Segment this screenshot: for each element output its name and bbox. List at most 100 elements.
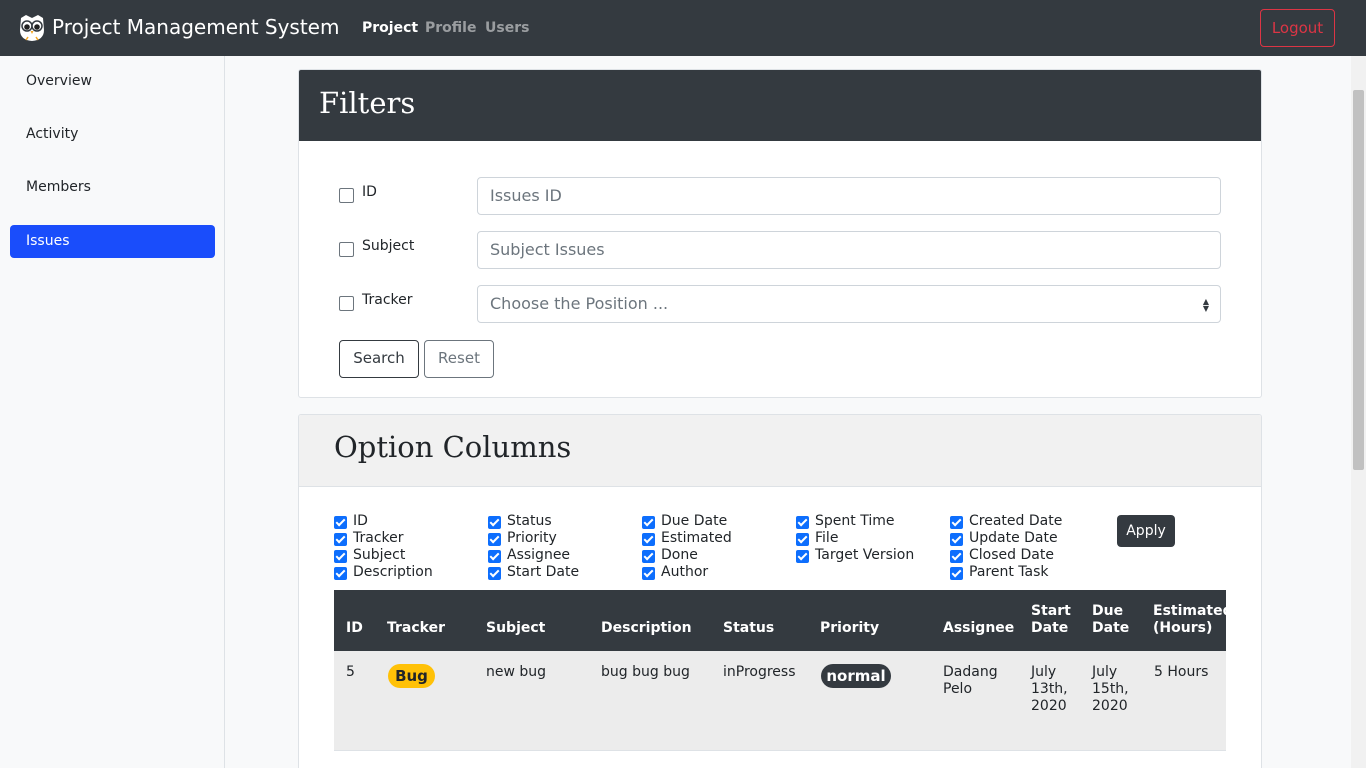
priority-badge: normal: [821, 664, 891, 688]
checkbox-checked-icon[interactable]: [796, 550, 809, 563]
sidebar-item-issues[interactable]: Issues: [10, 225, 215, 258]
checkbox-checked-icon[interactable]: [796, 516, 809, 529]
filter-id-checkbox[interactable]: [339, 188, 354, 203]
option-columns-header: Option Columns: [299, 415, 1261, 487]
tracker-select-value: Choose the Position ...: [490, 294, 669, 313]
checkbox-checked-icon[interactable]: [488, 516, 501, 529]
option-label: Spent Time: [815, 513, 895, 529]
cell-start-1: July: [1031, 664, 1057, 680]
option-label: Update Date: [969, 530, 1058, 546]
nav-project[interactable]: Project: [362, 19, 418, 37]
cell-description: bug bug bug: [601, 664, 690, 680]
filter-row-tracker: Tracker Choose the Position ... ▲ ▼: [339, 285, 1223, 323]
cell-estimated: 5 Hours: [1154, 664, 1209, 680]
th-estimated-1[interactable]: Estimated: [1153, 603, 1226, 620]
issues-table: ID Tracker Subject Description Status Pr…: [334, 590, 1226, 768]
cell-subject[interactable]: new bug: [486, 664, 546, 681]
option-label: Created Date: [969, 513, 1063, 529]
checkbox-checked-icon[interactable]: [950, 533, 963, 546]
checkbox-checked-icon[interactable]: [334, 550, 347, 563]
option-columns-title: Option Columns: [334, 430, 572, 464]
th-priority[interactable]: Priority: [820, 620, 879, 637]
option-label: Due Date: [661, 513, 728, 529]
subject-issues-input[interactable]: Subject Issues: [477, 231, 1221, 269]
checkbox-checked-icon[interactable]: [950, 550, 963, 563]
checkbox-checked-icon[interactable]: [334, 533, 347, 546]
logout-button[interactable]: Logout: [1260, 9, 1335, 47]
page-scrollbar[interactable]: [1351, 56, 1366, 768]
checkbox-checked-icon[interactable]: [334, 567, 347, 580]
filter-id-label: ID: [362, 184, 377, 200]
th-due-date-1[interactable]: Due: [1092, 603, 1123, 620]
option-label: Status: [507, 513, 552, 529]
reset-button[interactable]: Reset: [424, 340, 494, 378]
checkbox-checked-icon[interactable]: [488, 533, 501, 546]
checkbox-checked-icon[interactable]: [642, 533, 655, 546]
filters-card: Filters ID Issues ID Subject Subject Iss…: [298, 69, 1262, 398]
checkbox-checked-icon[interactable]: [642, 567, 655, 580]
checkbox-checked-icon[interactable]: [334, 516, 347, 529]
nav-users[interactable]: Users: [485, 19, 529, 37]
option-label: Done: [661, 547, 698, 563]
filter-subject-label: Subject: [362, 238, 415, 254]
brand[interactable]: Project Management System: [17, 12, 339, 42]
th-estimated-2[interactable]: (Hours): [1153, 620, 1212, 637]
th-due-date-2[interactable]: Date: [1092, 620, 1129, 637]
cell-start-3: 2020: [1031, 698, 1067, 714]
option-label: Author: [661, 564, 709, 580]
option-label: ID: [353, 513, 368, 529]
th-tracker[interactable]: Tracker: [387, 620, 445, 637]
option-label: Priority: [507, 530, 557, 546]
sidebar-item-activity[interactable]: Activity: [10, 118, 215, 151]
option-label: Assignee: [507, 547, 571, 563]
top-navbar: Project Management System Project Profil…: [0, 0, 1366, 56]
table-row[interactable]: [334, 752, 1226, 768]
option-label: Target Version: [815, 547, 915, 563]
sidebar: Overview Activity Members Issues: [0, 56, 225, 768]
issues-id-input[interactable]: Issues ID: [477, 177, 1221, 215]
cell-start-2: 13th,: [1031, 681, 1068, 697]
th-assignee[interactable]: Assignee: [943, 620, 1014, 637]
sidebar-item-overview[interactable]: Overview: [10, 65, 215, 98]
cell-assignee-1: Dadang: [943, 664, 998, 680]
search-button[interactable]: Search: [339, 340, 419, 378]
option-label: Subject: [353, 547, 406, 563]
table-row[interactable]: 5 Bug new bug bug bug bug inProgress nor…: [334, 651, 1226, 751]
table-header: ID Tracker Subject Description Status Pr…: [334, 590, 1226, 651]
sidebar-item-members[interactable]: Members: [10, 171, 215, 204]
checkbox-checked-icon[interactable]: [488, 567, 501, 580]
filter-row-subject: Subject Subject Issues: [339, 231, 1223, 269]
filter-subject-checkbox[interactable]: [339, 242, 354, 257]
th-start-date-1[interactable]: Start: [1031, 603, 1071, 620]
filter-tracker-checkbox[interactable]: [339, 296, 354, 311]
tracker-select[interactable]: Choose the Position ... ▲ ▼: [477, 285, 1221, 323]
checkbox-checked-icon[interactable]: [642, 550, 655, 563]
apply-button[interactable]: Apply: [1117, 515, 1175, 547]
scrollbar-thumb[interactable]: [1353, 90, 1364, 470]
nav-profile[interactable]: Profile: [425, 19, 476, 37]
option-label: Tracker: [353, 530, 404, 546]
checkbox-checked-icon[interactable]: [950, 567, 963, 580]
select-arrows-icon: ▲ ▼: [1202, 297, 1209, 313]
cell-due-2: 15th,: [1092, 681, 1129, 697]
th-subject[interactable]: Subject: [486, 620, 545, 637]
option-label: Closed Date: [969, 547, 1054, 563]
owl-logo-icon: [17, 12, 47, 42]
filter-tracker-label: Tracker: [362, 292, 413, 308]
cell-assignee-2: Pelo: [943, 681, 973, 697]
th-status[interactable]: Status: [723, 620, 774, 637]
cell-due-1: July: [1092, 664, 1118, 680]
option-label: Estimated: [661, 530, 732, 546]
option-label: Description: [353, 564, 433, 580]
option-label: Start Date: [507, 564, 580, 580]
checkbox-checked-icon[interactable]: [796, 533, 809, 546]
checkbox-checked-icon[interactable]: [950, 516, 963, 529]
option-label: Parent Task: [969, 564, 1049, 580]
th-id[interactable]: ID: [346, 620, 363, 637]
checkbox-checked-icon[interactable]: [642, 516, 655, 529]
th-description[interactable]: Description: [601, 620, 692, 637]
cell-id: 5: [346, 664, 355, 680]
th-start-date-2[interactable]: Date: [1031, 620, 1068, 637]
checkbox-checked-icon[interactable]: [488, 550, 501, 563]
filters-header: Filters: [299, 70, 1261, 141]
